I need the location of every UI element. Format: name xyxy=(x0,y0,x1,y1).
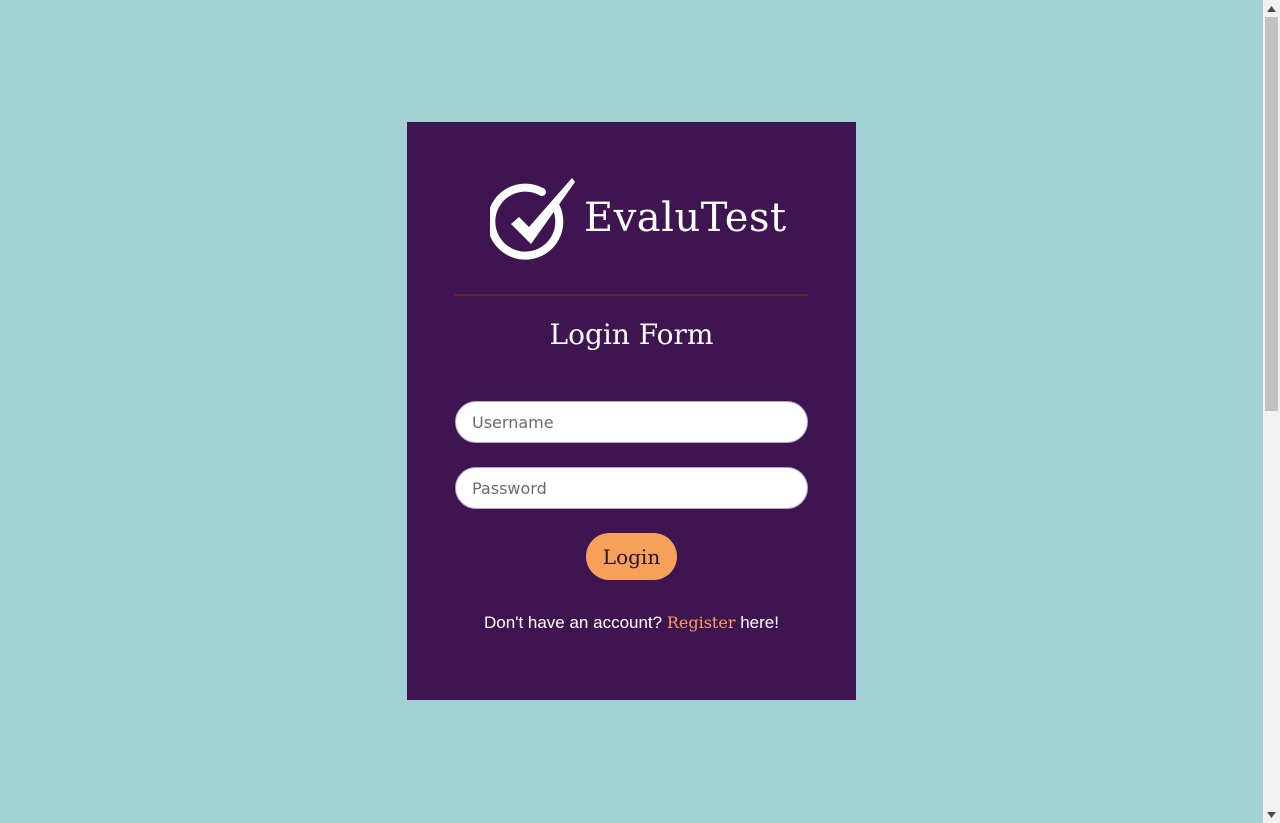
register-link[interactable]: Register xyxy=(667,613,736,632)
vertical-scrollbar[interactable] xyxy=(1263,0,1280,823)
register-prompt-prefix: Don't have an account? xyxy=(484,613,667,632)
brand-header: EvaluTest xyxy=(490,177,787,265)
divider xyxy=(455,294,808,296)
login-card: EvaluTest Login Form Login Don't have an… xyxy=(407,122,856,700)
brand-name: EvaluTest xyxy=(584,195,787,241)
scroll-up-arrow-icon[interactable] xyxy=(1263,0,1280,17)
register-prompt: Don't have an account? Register here! xyxy=(407,612,856,634)
register-prompt-suffix: here! xyxy=(735,613,779,632)
form-title: Login Form xyxy=(549,318,714,351)
login-button[interactable]: Login xyxy=(586,533,677,580)
page-background: EvaluTest Login Form Login Don't have an… xyxy=(0,0,1263,823)
username-input[interactable] xyxy=(455,401,808,443)
scrollbar-thumb[interactable] xyxy=(1265,17,1278,411)
scroll-down-arrow-icon[interactable] xyxy=(1263,806,1280,823)
check-circle-icon xyxy=(490,178,575,260)
password-input[interactable] xyxy=(455,467,808,509)
